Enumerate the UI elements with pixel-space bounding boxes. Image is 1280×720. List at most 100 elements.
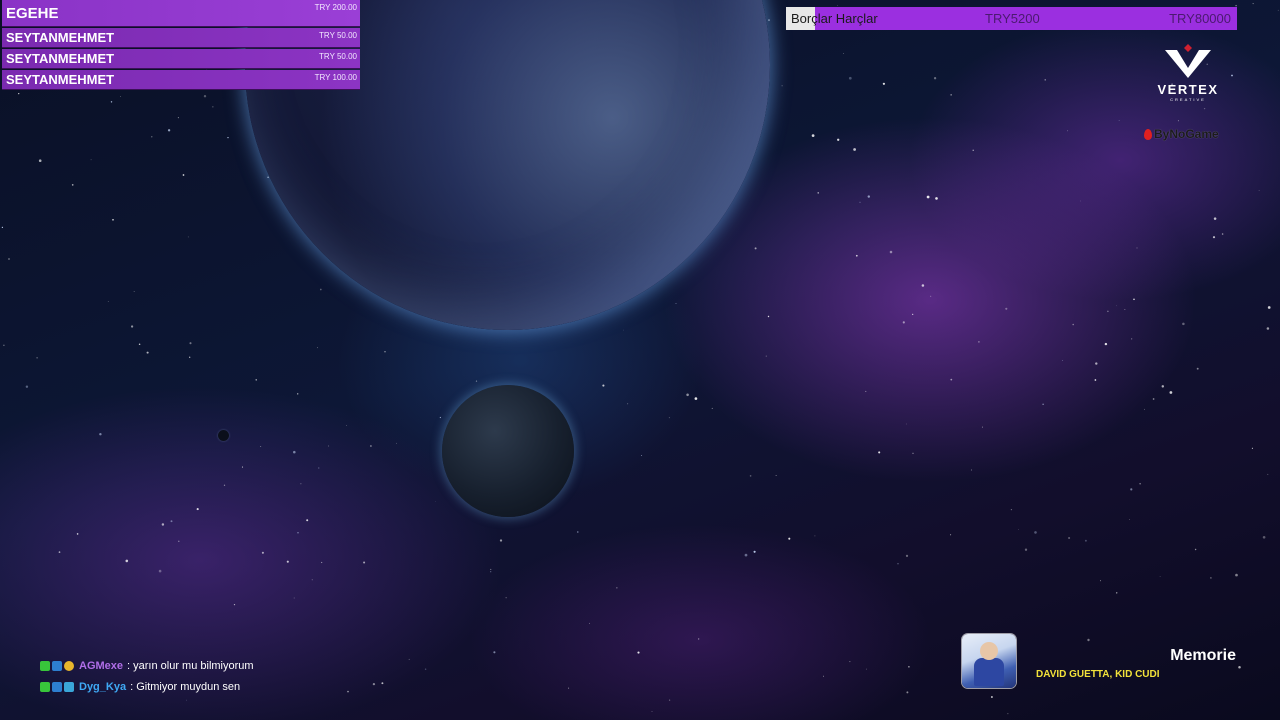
star	[146, 351, 149, 354]
star	[768, 19, 770, 22]
star	[651, 710, 653, 712]
star	[107, 300, 109, 302]
star	[814, 535, 816, 537]
star	[1010, 509, 1013, 511]
star	[493, 651, 496, 654]
star	[158, 569, 162, 573]
star	[71, 184, 74, 186]
star	[754, 247, 757, 250]
star	[930, 295, 932, 297]
star	[1130, 488, 1133, 491]
star	[435, 501, 436, 502]
star	[848, 76, 852, 80]
star	[627, 403, 629, 405]
star	[933, 77, 937, 80]
chat-username: AGMexe	[79, 659, 124, 672]
star	[1034, 531, 1037, 534]
star	[319, 288, 322, 291]
star	[568, 687, 570, 689]
donation-amount: TRY 200.00	[314, 3, 357, 12]
donor-name: SEYTANMEHMET	[6, 72, 115, 87]
donation-item: EGEHE TRY 200.00	[2, 0, 360, 27]
star	[90, 159, 92, 161]
star	[189, 356, 191, 358]
star	[490, 571, 492, 573]
chat-text: : yarın olur mu bilmiyorum	[127, 659, 254, 672]
star	[286, 560, 289, 563]
donation-amount: TRY 50.00	[319, 31, 357, 40]
star	[1044, 79, 1046, 81]
donor-name: EGEHE	[6, 5, 59, 22]
star	[1118, 120, 1120, 121]
star	[1005, 307, 1008, 310]
star	[1104, 342, 1108, 346]
star	[381, 682, 384, 685]
star	[475, 380, 478, 382]
bynogame-logo: ByNoGame	[1144, 127, 1219, 141]
star	[775, 474, 777, 476]
star	[694, 397, 698, 400]
star	[36, 357, 38, 359]
star	[1221, 233, 1224, 235]
star	[1116, 305, 1118, 307]
star	[837, 5, 839, 6]
star	[3, 344, 5, 347]
star	[1124, 309, 1126, 310]
star	[1129, 519, 1130, 521]
star	[972, 149, 974, 151]
star	[372, 682, 376, 686]
now-playing-widget: Memorie DAVID GUETTA, KID CUDI	[962, 634, 1236, 690]
star	[161, 523, 165, 526]
star	[8, 258, 10, 260]
star	[293, 450, 296, 454]
star	[1196, 367, 1199, 370]
star	[1235, 573, 1238, 577]
star	[1072, 323, 1074, 326]
star	[1267, 473, 1269, 475]
star	[675, 303, 677, 304]
star	[1107, 310, 1109, 313]
small-planet	[442, 385, 574, 517]
star	[241, 466, 244, 468]
star	[212, 106, 214, 108]
vertex-subtitle: CREATIVE	[1170, 97, 1206, 102]
star	[767, 315, 770, 318]
star	[950, 378, 953, 381]
star	[1251, 447, 1253, 449]
star	[260, 446, 262, 448]
star	[189, 342, 192, 345]
star	[1139, 483, 1141, 485]
star	[1067, 130, 1069, 132]
star	[300, 483, 302, 485]
star	[177, 117, 179, 119]
star	[711, 407, 713, 409]
star	[908, 665, 910, 668]
star	[306, 519, 309, 522]
star	[505, 597, 507, 599]
goal-target-amount: TRY80000	[1169, 11, 1231, 26]
vertex-chevron-icon	[1165, 44, 1211, 78]
donation-goal-bar: Borçlar Harçlar TRY5200 TRY80000	[786, 7, 1237, 30]
star	[119, 95, 121, 97]
star	[255, 379, 257, 381]
star	[935, 197, 938, 200]
bynogame-text: ByNoGame	[1154, 127, 1219, 141]
chat-message: Dyg_Kya : Gitmiyor muydun sen	[40, 676, 254, 697]
star	[328, 445, 330, 447]
star	[744, 553, 748, 557]
star	[865, 668, 867, 670]
star	[408, 658, 410, 660]
chat-message: AGMexe : yarın olur mu bilmiyorum	[40, 655, 254, 676]
star	[99, 432, 102, 436]
star	[1203, 107, 1206, 110]
star	[187, 236, 189, 238]
star	[499, 539, 503, 542]
star	[223, 484, 226, 486]
star	[110, 101, 113, 103]
goal-current-amount: TRY5200	[985, 11, 1040, 26]
star	[311, 579, 313, 581]
star	[1080, 200, 1081, 202]
donor-name: SEYTANMEHMET	[6, 30, 115, 45]
star	[765, 355, 767, 357]
star	[1169, 391, 1173, 394]
